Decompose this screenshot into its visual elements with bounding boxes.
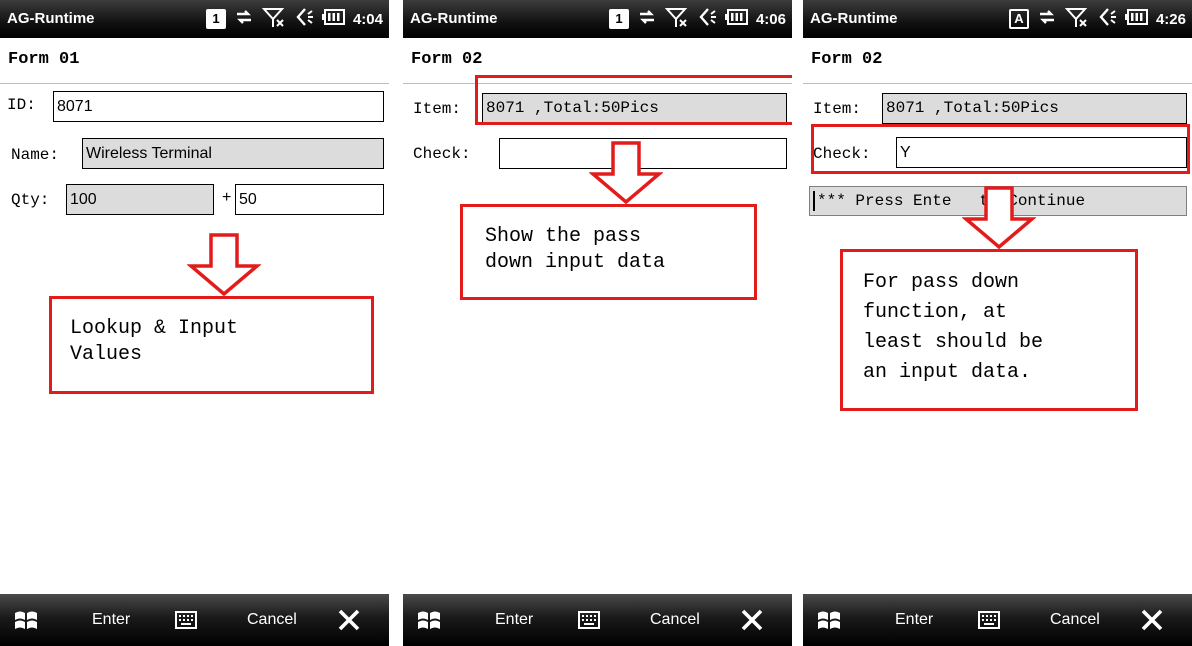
down-arrow-icon (589, 141, 663, 205)
cancel-softkey[interactable]: Cancel (1050, 594, 1100, 646)
enter-softkey[interactable]: Enter (895, 594, 933, 646)
text-cursor (813, 190, 815, 211)
callout-box: Lookup & Input Values (49, 296, 374, 394)
no-signal-icon (1064, 6, 1089, 33)
callout-line: For pass down (863, 271, 1020, 294)
clock[interactable]: 4:04 (353, 11, 383, 28)
battery-icon[interactable] (724, 8, 749, 31)
prompt-text: *** Press Ente (817, 192, 952, 210)
keyboard-icon[interactable] (578, 594, 600, 646)
highlight-frame (811, 124, 1190, 174)
callout-line: Show the pass (485, 225, 642, 248)
input-mode-indicator[interactable]: 1 (205, 9, 226, 29)
callout-line: an input data. (863, 361, 1032, 384)
id-input[interactable]: 8071 (53, 91, 384, 122)
windows-start-icon[interactable] (815, 594, 843, 646)
screen-form-02-check: AG-Runtime A 4:26 Form 02 Item: 8071 ,To… (803, 0, 1192, 646)
windows-start-icon[interactable] (12, 594, 40, 646)
battery-icon[interactable] (321, 8, 346, 31)
volume-icon[interactable] (293, 6, 315, 33)
callout-box: Show the pass down input data (460, 204, 757, 300)
cancel-softkey[interactable]: Cancel (650, 594, 700, 646)
keyboard-icon[interactable] (175, 594, 197, 646)
no-signal-icon (664, 6, 689, 33)
status-bar: AG-Runtime 1 4:06 (403, 0, 792, 38)
form-title: Form 02 (811, 50, 883, 69)
soft-key-bar: Enter Cancel (403, 594, 792, 646)
item-field: 8071 ,Total:50Pics (882, 93, 1187, 124)
callout-line: function, at (863, 301, 1008, 324)
volume-icon[interactable] (1096, 6, 1118, 33)
windows-start-icon[interactable] (415, 594, 443, 646)
qty-label: Qty: (11, 191, 50, 209)
enter-softkey[interactable]: Enter (92, 594, 130, 646)
form-title: Form 01 (8, 50, 80, 69)
enter-softkey[interactable]: Enter (495, 594, 533, 646)
connectivity-icon (636, 6, 658, 33)
qty-add-input[interactable]: 50 (235, 184, 384, 215)
status-bar: AG-Runtime 1 4:04 (0, 0, 389, 38)
callout-line: Values (70, 343, 143, 366)
name-label: Name: (11, 146, 60, 164)
down-arrow-icon (187, 233, 261, 297)
highlight-frame (475, 75, 792, 125)
app-title: AG-Runtime (7, 10, 95, 27)
clock[interactable]: 4:06 (756, 11, 786, 28)
battery-icon[interactable] (1124, 8, 1149, 31)
plus-sign: + (222, 189, 232, 206)
app-title: AG-Runtime (810, 10, 898, 27)
connectivity-icon (233, 6, 255, 33)
id-label: ID: (7, 96, 36, 114)
callout-line: down input data (485, 251, 666, 274)
down-arrow-icon (962, 186, 1036, 250)
callout-box: For pass down function, at least should … (840, 249, 1138, 411)
form-header: Form 01 (0, 38, 389, 84)
close-icon[interactable] (336, 594, 362, 646)
no-signal-icon (261, 6, 286, 33)
soft-key-bar: Enter Cancel (0, 594, 389, 646)
connectivity-icon (1036, 6, 1058, 33)
qty-field: 100 (66, 184, 214, 215)
clock[interactable]: 4:26 (1156, 11, 1186, 28)
name-field: Wireless Terminal (82, 138, 384, 169)
keyboard-icon[interactable] (978, 594, 1000, 646)
soft-key-bar: Enter Cancel (803, 594, 1192, 646)
app-title: AG-Runtime (410, 10, 498, 27)
input-mode-indicator[interactable]: A (1008, 9, 1029, 29)
status-bar: AG-Runtime A 4:26 (803, 0, 1192, 38)
input-mode-indicator[interactable]: 1 (608, 9, 629, 29)
callout-line: least should be (863, 331, 1044, 354)
volume-icon[interactable] (696, 6, 718, 33)
screen-form-01: AG-Runtime 1 4:04 Form 01 ID: 8071 Name:… (0, 0, 389, 646)
screen-form-02-pass-down: AG-Runtime 1 4:06 Form 02 Item: 8071 ,To… (403, 0, 792, 646)
item-label: Item: (413, 100, 462, 118)
cancel-softkey[interactable]: Cancel (247, 594, 297, 646)
check-label: Check: (413, 145, 471, 163)
callout-line: Lookup & Input (70, 317, 239, 340)
form-title: Form 02 (411, 50, 483, 69)
close-icon[interactable] (739, 594, 765, 646)
item-label: Item: (813, 100, 862, 118)
form-header: Form 02 (803, 38, 1192, 84)
close-icon[interactable] (1139, 594, 1165, 646)
